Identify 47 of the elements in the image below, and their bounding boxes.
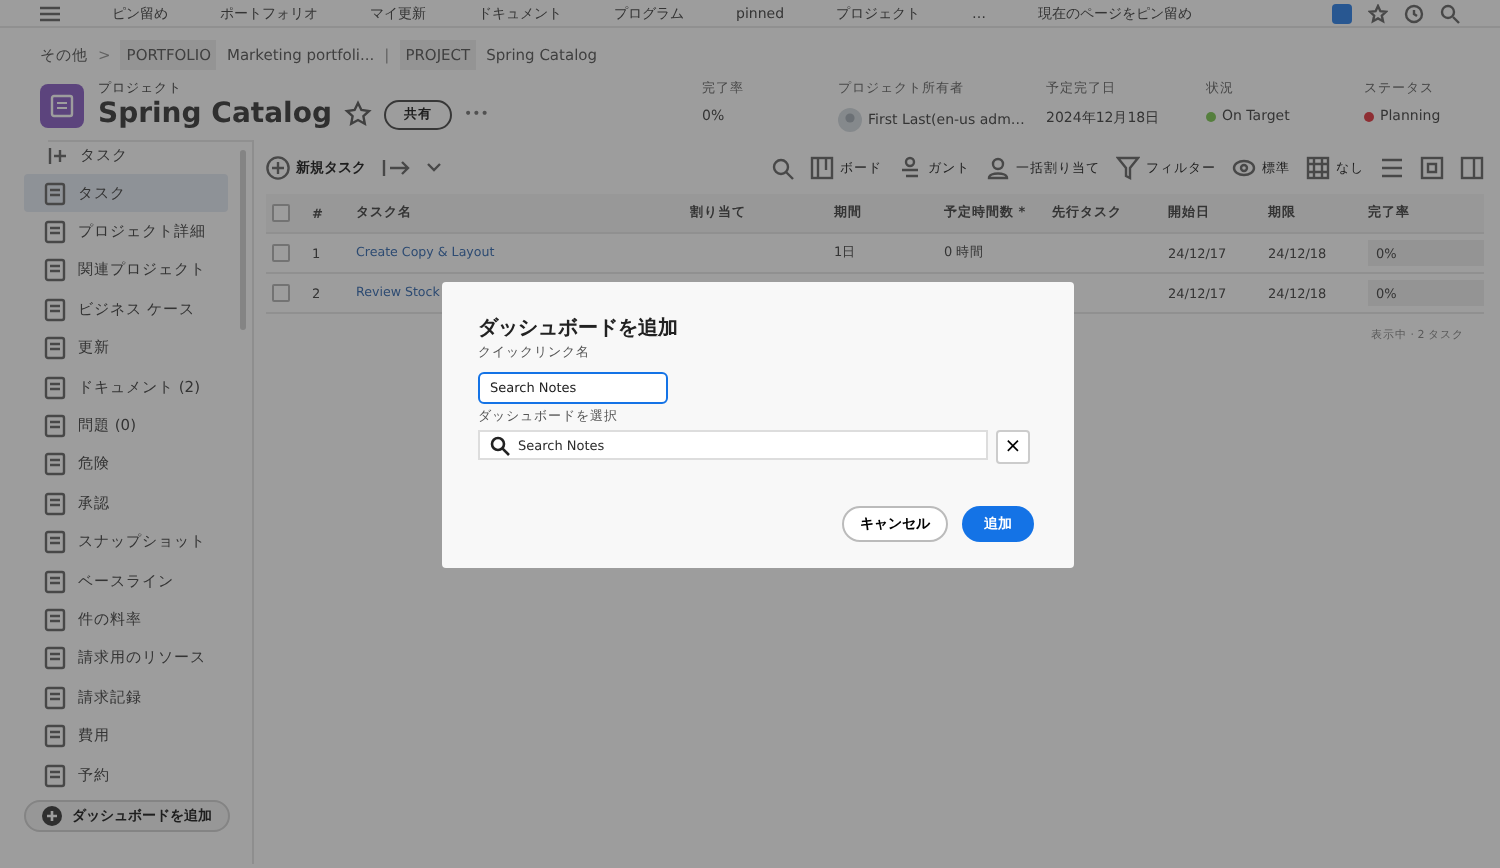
grid-icon [1306,156,1330,180]
plus-icon [266,156,290,180]
clear-button[interactable]: × [996,430,1030,464]
menu-icon [40,5,60,21]
star-icon [343,100,372,128]
page-icon [44,569,66,594]
list-icon [1380,156,1404,180]
page-icon [44,646,66,671]
avatar-icon [838,108,862,132]
row-checkbox[interactable] [272,284,290,302]
page-icon [44,491,66,516]
status-dot [1364,111,1374,121]
eye-icon [1232,156,1256,180]
page-icon [44,375,66,400]
star-icon [1368,3,1388,23]
page-icon [44,414,66,439]
collapse-icon [48,146,68,166]
board-icon [810,156,834,180]
page-icon [44,685,66,710]
page-icon [44,220,66,245]
page-icon [44,336,66,361]
gantt-icon [898,156,922,180]
history-icon [1404,3,1424,23]
select-all-checkbox[interactable] [272,204,290,222]
dialog-title: ダッシュボードを追加 [478,315,680,342]
page-icon [44,181,66,206]
panel-icon [1460,156,1484,180]
page-icon [44,724,66,749]
page-icon [44,530,66,555]
notification-icon [1332,3,1352,23]
project-title: Spring Catalog [98,98,332,130]
person-icon [986,156,1010,180]
search-icon [1440,3,1460,23]
page-icon [44,297,66,322]
filter-icon [1116,156,1140,180]
status-dot [1206,111,1216,121]
plus-icon [42,806,62,827]
page-icon [44,452,66,477]
page-icon [44,258,66,283]
search-icon [490,435,510,455]
list-icon [50,94,74,118]
page-icon [44,763,66,788]
indent-icon [382,158,410,178]
search-icon [772,157,794,179]
row-checkbox[interactable] [272,244,290,262]
chevron-icon [426,162,442,174]
page-icon [44,607,66,632]
